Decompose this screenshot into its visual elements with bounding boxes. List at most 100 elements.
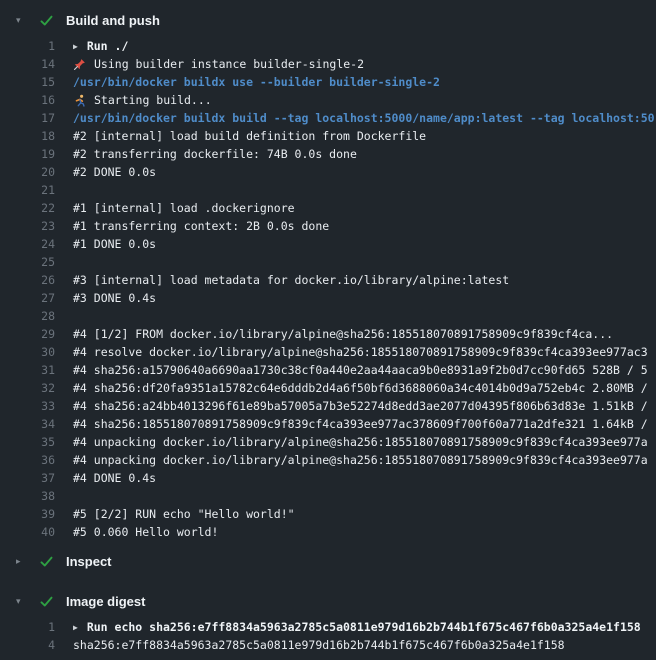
line-text: #5 [2/2] RUN echo "Hello world!" — [73, 507, 295, 521]
line-number[interactable]: 27 — [0, 291, 55, 305]
line-content: #4 [1/2] FROM docker.io/library/alpine@s… — [55, 327, 613, 341]
line-content: #4 unpacking docker.io/library/alpine@sh… — [55, 453, 648, 467]
line-content: #2 transferring dockerfile: 74B 0.0s don… — [55, 147, 357, 161]
line-number[interactable]: 21 — [0, 183, 55, 197]
check-icon — [38, 553, 54, 569]
line-text: #4 sha256:185518070891758909c9f839cf4ca3… — [73, 417, 648, 431]
line-number[interactable]: 34 — [0, 417, 55, 431]
log-line: 19 #2 transferring dockerfile: 74B 0.0s … — [0, 145, 656, 163]
line-number[interactable]: 39 — [0, 507, 55, 521]
log-line: 35 #4 unpacking docker.io/library/alpine… — [0, 433, 656, 451]
line-number[interactable]: 19 — [0, 147, 55, 161]
line-text: #2 DONE 0.0s — [73, 165, 156, 179]
line-content: #4 sha256:185518070891758909c9f839cf4ca3… — [55, 417, 648, 431]
log-line: 38 — [0, 487, 656, 505]
line-content: Using builder instance builder-single-2 — [55, 57, 364, 71]
section-header-inspect[interactable]: ▸ Inspect — [0, 547, 656, 575]
line-number[interactable]: 36 — [0, 453, 55, 467]
log-line: 1 ▶ Run ./ — [0, 37, 656, 55]
line-content: #4 sha256:a24bb4013296f61e89ba57005a7b3e… — [55, 399, 648, 413]
line-number[interactable]: 28 — [0, 309, 55, 323]
log-line: 39 #5 [2/2] RUN echo "Hello world!" — [0, 505, 656, 523]
log-line: 4 sha256:e7ff8834a5963a2785c5a0811e979d1… — [0, 636, 656, 654]
line-text: #2 [internal] load build definition from… — [73, 129, 426, 143]
section-lines: 1 ▶ Run ./ 14 Using builder instance buil… — [0, 34, 656, 547]
pushpin-icon — [73, 58, 86, 71]
line-content: #4 sha256:a15790640a6690aa1730c38cf0a440… — [55, 363, 648, 377]
line-number[interactable]: 25 — [0, 255, 55, 269]
line-text: Run echo sha256:e7ff8834a5963a2785c5a081… — [87, 620, 641, 634]
log-line: 20 #2 DONE 0.0s — [0, 163, 656, 181]
line-number[interactable]: 32 — [0, 381, 55, 395]
line-content: #5 0.060 Hello world! — [55, 525, 218, 539]
line-content: #3 DONE 0.4s — [55, 291, 156, 305]
line-number[interactable]: 16 — [0, 93, 55, 107]
section-header-image-digest[interactable]: ▾ Image digest — [0, 587, 656, 615]
log-line: 33 #4 sha256:a24bb4013296f61e89ba57005a7… — [0, 397, 656, 415]
line-number[interactable]: 4 — [0, 638, 55, 652]
line-text: #1 [internal] load .dockerignore — [73, 201, 295, 215]
line-number[interactable]: 15 — [0, 75, 55, 89]
section-lines: 1 ▶ Run echo sha256:e7ff8834a5963a2785c5a… — [0, 615, 656, 660]
log-line: 21 — [0, 181, 656, 199]
log-line: 24 #1 DONE 0.0s — [0, 235, 656, 253]
line-number[interactable]: 14 — [0, 57, 55, 71]
log-line: 37 #4 DONE 0.4s — [0, 469, 656, 487]
log-section: ▸ Inspect — [0, 547, 656, 575]
section-title: Build and push — [66, 13, 160, 28]
line-text: #4 sha256:a24bb4013296f61e89ba57005a7b3e… — [73, 399, 648, 413]
line-number[interactable]: 29 — [0, 327, 55, 341]
line-content: #3 [internal] load metadata for docker.i… — [55, 273, 509, 287]
check-icon — [38, 593, 54, 609]
line-text: sha256:e7ff8834a5963a2785c5a0811e979d16b… — [73, 638, 565, 652]
log-line: 30 #4 resolve docker.io/library/alpine@s… — [0, 343, 656, 361]
line-text: Using builder instance builder-single-2 — [94, 57, 364, 71]
log-line: 29 #4 [1/2] FROM docker.io/library/alpin… — [0, 325, 656, 343]
section-header-build-and-push[interactable]: ▾ Build and push — [0, 6, 656, 34]
log-line: 15 /usr/bin/docker buildx use --builder … — [0, 73, 656, 91]
log-line: 28 — [0, 307, 656, 325]
line-content: #4 resolve docker.io/library/alpine@sha2… — [55, 345, 648, 359]
log-line: 16 Starting build... — [0, 91, 656, 109]
line-text: #2 transferring dockerfile: 74B 0.0s don… — [73, 147, 357, 161]
line-text: #4 unpacking docker.io/library/alpine@sh… — [73, 453, 648, 467]
log-line: 31 #4 sha256:a15790640a6690aa1730c38cf0a… — [0, 361, 656, 379]
line-number[interactable]: 35 — [0, 435, 55, 449]
line-number[interactable]: 38 — [0, 489, 55, 503]
run-arrow-icon[interactable]: ▶ — [73, 42, 78, 51]
line-number[interactable]: 18 — [0, 129, 55, 143]
line-text: Run ./ — [87, 39, 129, 53]
line-text: #4 sha256:a15790640a6690aa1730c38cf0a440… — [73, 363, 648, 377]
line-text: #5 0.060 Hello world! — [73, 525, 218, 539]
line-number[interactable]: 23 — [0, 219, 55, 233]
runner-icon — [73, 94, 86, 107]
line-number[interactable]: 26 — [0, 273, 55, 287]
line-content: #1 [internal] load .dockerignore — [55, 201, 295, 215]
line-text: #4 resolve docker.io/library/alpine@sha2… — [73, 345, 648, 359]
line-text: Starting build... — [94, 93, 212, 107]
log-line: 18 #2 [internal] load build definition f… — [0, 127, 656, 145]
check-icon — [38, 12, 54, 28]
log-section: ▾ Build and push 1 ▶ Run ./ 14 Using buil… — [0, 6, 656, 547]
chevron-right-icon: ▸ — [16, 555, 28, 567]
chevron-down-icon: ▾ — [16, 14, 28, 26]
line-number[interactable]: 40 — [0, 525, 55, 539]
line-number[interactable]: 20 — [0, 165, 55, 179]
line-number[interactable]: 33 — [0, 399, 55, 413]
line-text: #3 [internal] load metadata for docker.i… — [73, 273, 509, 287]
line-number[interactable]: 17 — [0, 111, 55, 125]
line-content: #2 [internal] load build definition from… — [55, 129, 426, 143]
log-line: 14 Using builder instance builder-single… — [0, 55, 656, 73]
log-line: 40 #5 0.060 Hello world! — [0, 523, 656, 541]
line-number[interactable]: 30 — [0, 345, 55, 359]
line-content: ▶ Run echo sha256:e7ff8834a5963a2785c5a08… — [55, 620, 641, 634]
line-content: #2 DONE 0.0s — [55, 165, 156, 179]
line-number[interactable]: 31 — [0, 363, 55, 377]
line-number[interactable]: 1 — [0, 620, 55, 634]
line-number[interactable]: 24 — [0, 237, 55, 251]
line-number[interactable]: 22 — [0, 201, 55, 215]
run-arrow-icon[interactable]: ▶ — [73, 623, 78, 632]
line-number[interactable]: 37 — [0, 471, 55, 485]
line-content: Starting build... — [55, 93, 212, 107]
line-number[interactable]: 1 — [0, 39, 55, 53]
